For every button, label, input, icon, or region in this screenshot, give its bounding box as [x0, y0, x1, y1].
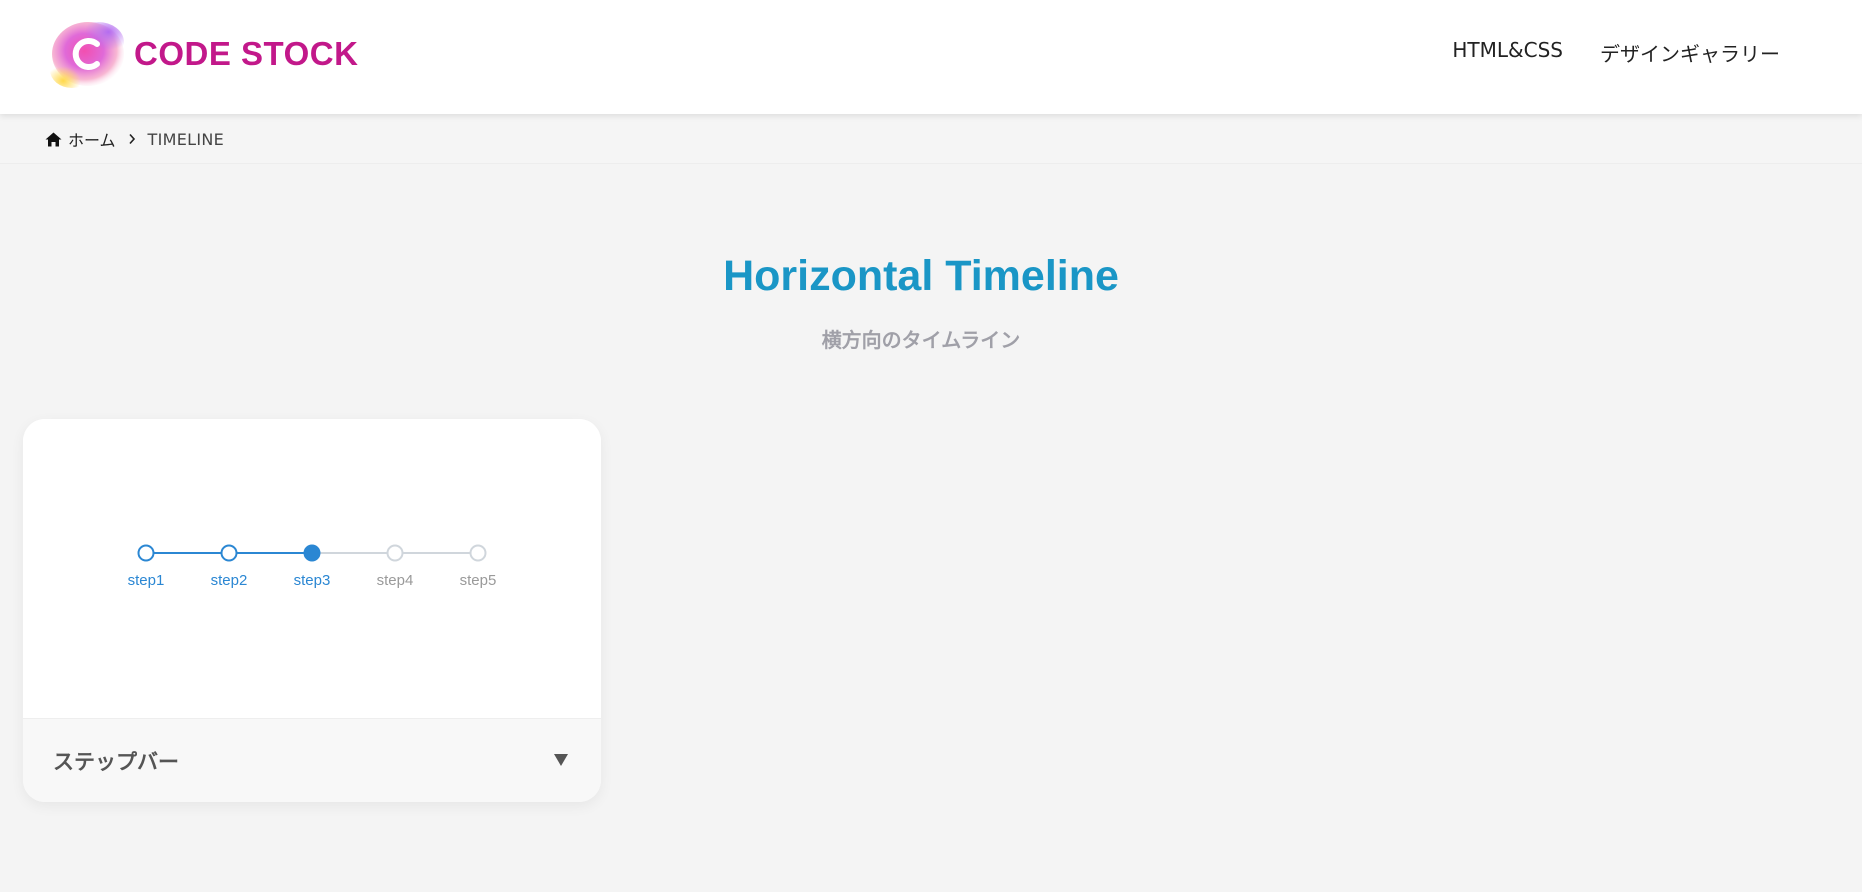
nav-link-html-css[interactable]: HTML&CSS — [1452, 38, 1563, 67]
home-icon — [45, 132, 62, 146]
step-dot-1 — [137, 544, 155, 562]
step-dot-5 — [469, 544, 487, 562]
triangle-down-icon — [553, 752, 569, 771]
step-dot-2 — [220, 544, 238, 562]
step-label-2: step2 — [210, 572, 248, 589]
main-nav: HTML&CSS デザインギャラリー — [1452, 38, 1780, 67]
step-dot-3 — [303, 544, 321, 562]
page-subtitle: 横方向のタイムライン — [821, 328, 1021, 352]
step-label-1: step1 — [127, 572, 165, 589]
card-footer-toggle[interactable]: ステップバー — [23, 718, 601, 802]
breadcrumb-home-label: ホーム — [68, 131, 116, 150]
step-label-3: step3 — [293, 572, 331, 589]
logo-text: CODE STOCK — [134, 35, 359, 72]
step-label-4: step4 — [376, 572, 414, 589]
card-title: ステップバー — [53, 750, 179, 774]
timeline-card: step1 step2 step3 step4 step5 ステップバー — [23, 419, 601, 802]
step-dot-4 — [386, 544, 404, 562]
nav-link-design-gallery[interactable]: デザインギャラリー — [1600, 38, 1780, 67]
step-bar: step1 step2 step3 step4 step5 — [23, 419, 601, 718]
chevron-right-icon — [128, 133, 136, 145]
breadcrumb: ホーム TIMELINE — [45, 127, 224, 151]
step-label-5: step5 — [459, 572, 497, 589]
card-preview: step1 step2 step3 step4 step5 — [23, 419, 601, 718]
logo-mark-icon — [50, 20, 126, 88]
breadcrumb-home-link[interactable]: ホーム — [45, 127, 116, 151]
breadcrumb-bar: ホーム TIMELINE — [0, 114, 1862, 164]
breadcrumb-current: TIMELINE — [147, 129, 225, 149]
site-logo[interactable]: CODE STOCK — [50, 20, 358, 88]
site-header: CODE STOCK HTML&CSS デザインギャラリー — [0, 0, 1862, 114]
step-bar-graphic — [137, 544, 487, 562]
page-title: Horizontal Timeline — [723, 252, 1119, 300]
